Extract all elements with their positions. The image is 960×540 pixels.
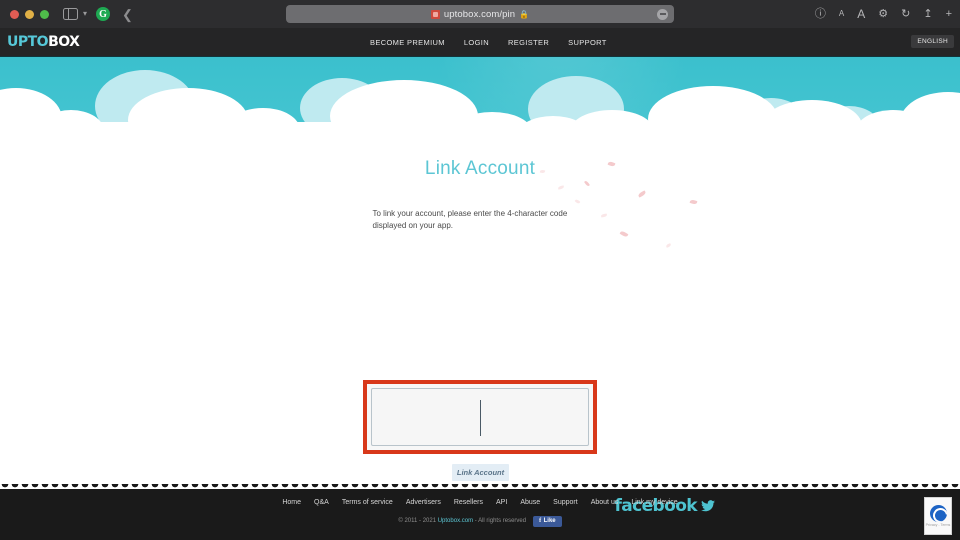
language-selector[interactable]: ENGLISH [911,35,954,48]
facebook-like-button[interactable]: f Like [533,516,562,527]
back-chevron-icon[interactable]: ❮ [122,8,133,21]
footer-bottom-bar: © 2011 - 2021 Uptobox.com - All rights r… [0,516,960,527]
footer-link-advertisers[interactable]: Advertisers [406,499,441,506]
reload-icon[interactable]: ↻ [901,8,910,20]
new-tab-icon[interactable]: + [946,8,952,20]
copyright-prefix: © 2011 - 2021 [398,518,438,525]
decrease-text-size-icon[interactable]: A [839,10,844,18]
footer-link-support[interactable]: Support [553,499,578,506]
footer-link-abuse[interactable]: Abuse [520,499,540,506]
facebook-like-label: Like [543,518,556,524]
copyright-brand: Uptobox.com [437,518,474,525]
pin-input-highlight [363,380,597,454]
extensions-icon[interactable]: ⚙ [878,8,888,20]
page-description: To link your account, please enter the 4… [372,209,568,231]
footer-link-api[interactable]: API [496,499,507,506]
petal-decoration [665,243,672,248]
site-footer: facebook Home Q&A Terms of service Adver… [0,484,960,540]
privacy-report-icon[interactable]: ⓘ [815,8,826,20]
logo-primary-text: UPTO [7,34,49,50]
minimize-window-button[interactable] [25,9,34,19]
text-caret [480,400,482,436]
logo-secondary-text: BOX [48,34,80,50]
copyright-suffix: - All rights reserved [473,518,527,525]
google-profile-icon[interactable]: G [96,7,111,21]
nav-login[interactable]: LOGIN [464,38,489,47]
sidebar-toggle-icon[interactable] [63,8,78,20]
sky-banner [0,57,960,152]
link-account-submit-button[interactable]: Link Account [452,464,509,481]
site-favicon-icon [430,9,440,19]
url-text: uptobox.com/pin [443,8,516,20]
recaptcha-badge[interactable]: Privacy - Terms [924,497,952,535]
pin-input[interactable] [371,388,589,446]
browser-toolbar-icons: ⓘ A A ⚙ ↻ ↥ + [815,0,952,28]
close-window-button[interactable] [10,9,19,19]
facebook-f-icon: f [539,518,542,524]
footer-scallop-decoration [0,484,960,490]
footer-link-link-my-device[interactable]: Link my device [631,499,677,506]
stop-loading-icon[interactable] [657,8,668,20]
nav-become-premium[interactable]: BECOME PREMIUM [370,38,445,47]
page-body: Link Account To link your account, pleas… [0,152,960,489]
lock-icon: 🔒 [519,9,530,19]
nav-register[interactable]: REGISTER [508,38,549,47]
address-bar[interactable]: uptobox.com/pin 🔒 [286,5,674,23]
footer-link-resellers[interactable]: Resellers [454,499,483,506]
footer-link-home[interactable]: Home [282,499,301,506]
footer-link-about[interactable]: About us [591,499,619,506]
maximize-window-button[interactable] [40,9,49,19]
share-icon[interactable]: ↥ [923,8,932,20]
site-header: UPTOBOX BECOME PREMIUM LOGIN REGISTER SU… [0,28,960,57]
nav-support[interactable]: SUPPORT [568,38,607,47]
footer-links: Home Q&A Terms of service Advertisers Re… [0,499,960,506]
copyright-text: © 2011 - 2021 Uptobox.com - All rights r… [398,518,526,524]
footer-link-qa[interactable]: Q&A [314,499,329,506]
increase-text-size-icon[interactable]: A [857,8,865,20]
main-navigation: BECOME PREMIUM LOGIN REGISTER SUPPORT [370,28,607,57]
recaptcha-icon [929,505,947,522]
footer-link-terms[interactable]: Terms of service [342,499,393,506]
window-traffic-lights [10,9,49,19]
recaptcha-privacy-terms: Privacy - Terms [925,523,951,527]
cloud-base-decoration [0,122,960,152]
page-title: Link Account [424,158,536,179]
chevron-down-icon[interactable]: ▾ [83,10,87,18]
browser-chrome: ▾ G ❮ uptobox.com/pin 🔒 ⓘ A A ⚙ ↻ ↥ + [0,0,960,28]
site-logo[interactable]: UPTOBOX [7,34,80,50]
